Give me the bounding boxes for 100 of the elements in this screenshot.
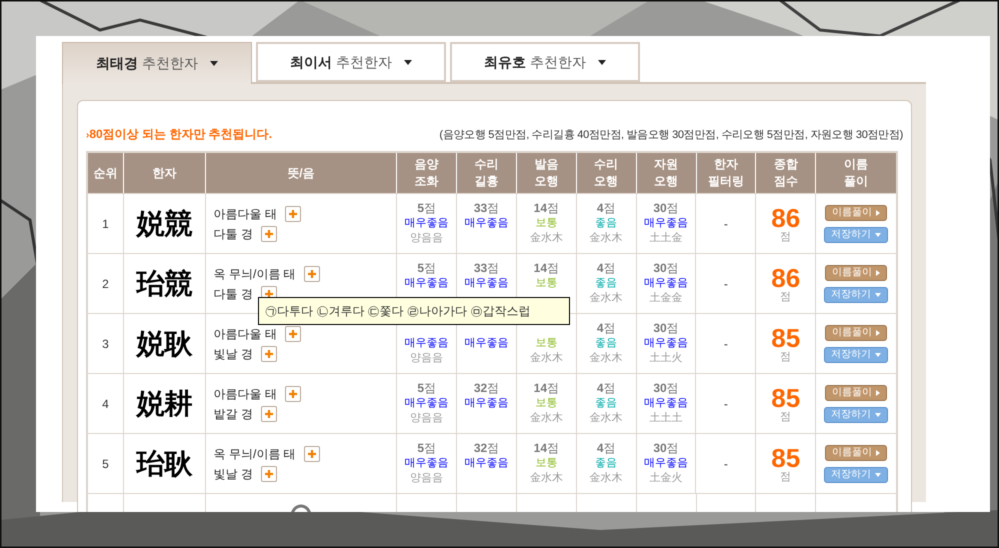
save-button[interactable]: 저장하기 xyxy=(824,346,888,362)
score-text: 32점 xyxy=(474,441,500,456)
rating-text: 매우좋음 xyxy=(404,276,449,291)
rank-text: 4 xyxy=(102,396,109,412)
column-header: 수리 오행 xyxy=(576,153,637,193)
element-text: 양음음 xyxy=(410,351,444,366)
rating-text: 보통 xyxy=(535,396,558,411)
interpretation-button[interactable]: 이름풀이 xyxy=(825,264,888,280)
filtering-text: - xyxy=(724,216,728,232)
column-header: 종합 점수 xyxy=(756,153,816,193)
tab[interactable]: 최이서 추천한자 xyxy=(256,42,446,82)
score-text: 30점 xyxy=(653,441,679,456)
rating-text: 매우좋음 xyxy=(404,396,449,411)
score-text: 14점 xyxy=(534,441,560,456)
score-text: 5점 xyxy=(417,441,436,456)
rating-text: 매우좋음 xyxy=(644,276,688,291)
meaning-text: 옥 무늬/이름 태 xyxy=(214,446,296,462)
score-text: 4점 xyxy=(596,321,616,336)
score-text: 5점 xyxy=(417,261,436,276)
element-text: 金水木 xyxy=(590,471,623,486)
meaning-text: 빛날 경 xyxy=(214,466,254,482)
score-text: 14점 xyxy=(534,201,560,216)
score-text: 4점 xyxy=(596,201,616,216)
score-text: 33점 xyxy=(474,261,500,276)
element-text: 金水木 xyxy=(590,411,623,426)
meaning-text: 아름다울 태 xyxy=(214,206,278,222)
rating-text: 좋음 xyxy=(595,276,618,291)
rating-text: 매우좋음 xyxy=(644,336,688,351)
element-text: 양음음 xyxy=(410,411,444,426)
rank-text: 5 xyxy=(102,456,109,472)
score-unit: 점 xyxy=(780,230,792,242)
column-header: 뜻/음 xyxy=(206,153,398,193)
element-text: 金水木 xyxy=(530,471,563,486)
rating-text: 매우좋음 xyxy=(404,456,449,471)
total-score: 86 xyxy=(771,264,800,290)
rank-text: 1 xyxy=(102,216,109,232)
rating-text: 좋음 xyxy=(595,216,618,231)
save-button[interactable]: 저장하기 xyxy=(824,406,888,422)
tab[interactable]: 최태경 추천한자 xyxy=(62,42,252,84)
meaning-text: 빛날 경 xyxy=(214,346,254,362)
interpretation-button[interactable]: 이름풀이 xyxy=(825,324,888,340)
rating-text: 매우좋음 xyxy=(644,396,688,411)
meaning-text: 옥 무늬/이름 태 xyxy=(214,266,296,282)
rank-text: 2 xyxy=(102,276,109,292)
meaning-text: 밭갈 경 xyxy=(214,406,254,422)
criteria-text: (음양오행 5점만점, 수리길흉 40점만점, 발음오행 30점만점, 수리오행 5점만점, 자원오행 30점만점) xyxy=(439,128,903,142)
score-text: 4점 xyxy=(596,261,616,276)
rating-text: 매우좋음 xyxy=(644,216,688,231)
column-header: 한자 필터링 xyxy=(696,153,756,193)
rating-text: 매우좋음 xyxy=(464,456,508,471)
score-text: 14점 xyxy=(534,381,560,396)
hanja-text: 娧耿 xyxy=(136,326,192,360)
filtering-text: - xyxy=(724,336,728,352)
score-unit: 점 xyxy=(780,350,792,362)
save-button[interactable]: 저장하기 xyxy=(824,466,888,482)
rating-text: 매우좋음 xyxy=(464,216,508,231)
score-text: 30점 xyxy=(653,321,679,336)
rank-text: 3 xyxy=(102,336,109,352)
column-header: 자원 오행 xyxy=(636,153,697,193)
save-button[interactable]: 저장하기 xyxy=(824,286,888,302)
meaning-text: 아름다울 태 xyxy=(214,386,278,402)
score-unit: 점 xyxy=(780,410,792,422)
element-text: 土金金 xyxy=(650,291,683,306)
column-header: 음양 조화 xyxy=(397,153,458,193)
column-header: 수리 길흉 xyxy=(457,153,517,193)
tooltip: ㉠다투다 ㉡겨루다 ㉢쫓다 ㉣나아가다 ㉤갑작스럽 xyxy=(258,297,570,325)
rating-text: 보통 xyxy=(535,216,558,231)
element-text: 土土土 xyxy=(650,411,683,426)
rating-text: 좋음 xyxy=(595,456,618,471)
tab[interactable]: 최유호 추천한자 xyxy=(450,42,640,82)
element-text: 金水木 xyxy=(530,351,563,366)
column-header: 한자 xyxy=(124,153,206,193)
hanja-text: 娧競 xyxy=(136,206,192,240)
rating-text: 매우좋음 xyxy=(644,456,688,471)
score-text: 14점 xyxy=(534,261,560,276)
interpretation-button[interactable]: 이름풀이 xyxy=(825,444,888,460)
element-text: 土金火 xyxy=(650,471,683,486)
element-text: 金水木 xyxy=(590,291,623,306)
save-button[interactable]: 저장하기 xyxy=(824,226,888,242)
meaning-text: 다툴 경 xyxy=(214,286,254,302)
rating-text: 매우좋음 xyxy=(404,216,449,231)
filtering-text: - xyxy=(724,396,728,412)
element-text: 양음음 xyxy=(410,471,444,486)
rating-text: 매우좋음 xyxy=(464,396,508,411)
interpretation-button[interactable]: 이름풀이 xyxy=(825,204,888,220)
rating-text: 보통 xyxy=(535,456,558,471)
rating-text: 매우좋음 xyxy=(464,336,508,351)
total-score: 85 xyxy=(771,324,800,350)
element-text: 土土金 xyxy=(650,231,683,246)
total-score: 85 xyxy=(771,444,800,470)
rating-text: 보통 xyxy=(535,336,558,351)
element-text: 양음음 xyxy=(410,231,444,246)
score-unit: 점 xyxy=(780,290,792,302)
total-score: 85 xyxy=(771,384,800,410)
element-text: 金水木 xyxy=(590,351,623,366)
interpretation-button[interactable]: 이름풀이 xyxy=(825,384,888,400)
score-text: 5점 xyxy=(417,381,436,396)
score-text: 30점 xyxy=(653,381,679,396)
column-header: 순위 xyxy=(88,153,124,193)
meaning-text: 다툴 경 xyxy=(214,226,254,242)
